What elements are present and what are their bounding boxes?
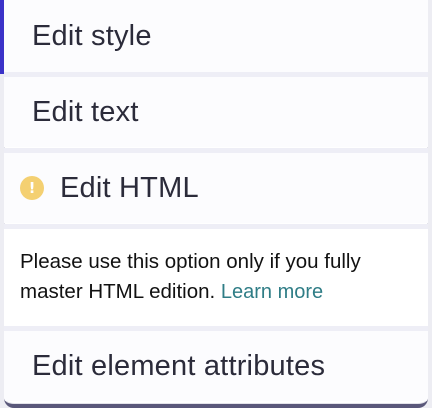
menu-item-label: Edit HTML	[60, 171, 199, 204]
edit-menu: Edit style Edit text ! Edit HTML Please …	[4, 0, 428, 408]
menu-item-edit-style[interactable]: Edit style	[4, 0, 428, 72]
learn-more-link[interactable]: Learn more	[221, 281, 323, 303]
menu-item-edit-element-attributes[interactable]: Edit element attributes	[4, 331, 428, 401]
note-text: Please use this option only if you fully…	[20, 247, 420, 307]
menu-item-label: Edit style	[32, 19, 152, 52]
menu-item-label: Edit element attributes	[32, 349, 326, 382]
warning-icon: !	[20, 176, 44, 200]
menu-item-label: Edit text	[32, 95, 139, 128]
menu-item-edit-text[interactable]: Edit text	[4, 77, 428, 147]
menu-item-edit-html[interactable]: ! Edit HTML	[4, 153, 428, 223]
html-edit-warning-note: Please use this option only if you fully…	[4, 229, 428, 326]
